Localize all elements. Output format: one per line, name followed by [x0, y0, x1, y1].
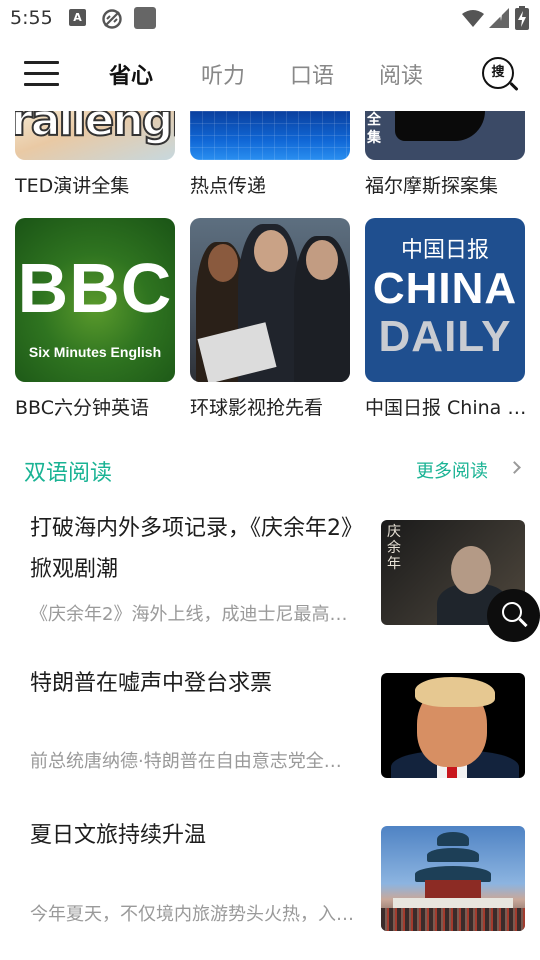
course-title: 中国日报 China Daily [365, 397, 535, 419]
article-title: 打破海内外多项记录，《庆余年2》掀观剧潮 [30, 516, 352, 582]
status-bar: 5:55 A [0, 0, 540, 36]
course-thumbnail [190, 218, 350, 382]
floating-search-button[interactable] [487, 589, 540, 642]
more-reading-link[interactable]: 更多阅读 [416, 457, 488, 483]
content-area: rallengi TED演讲全集 热点传递 全集 福尔摩斯探案集 BBC Six… [0, 111, 540, 960]
article-title: 特朗普在嘘声中登台求票 [30, 671, 273, 696]
wifi-icon [462, 9, 484, 29]
article-summary: 今年夏天，不仅境内旅游势头火热，入境游也迎来高峰 [30, 904, 355, 925]
chevron-right-icon[interactable] [508, 461, 521, 474]
status-time: 5:55 [10, 7, 53, 29]
article-item[interactable]: 夏日文旅持续升温 今年夏天，不仅境内旅游势头火热，入境游也迎来高峰 [0, 815, 540, 955]
top-nav: 省心 听力 口语 阅读 搜 [0, 40, 540, 106]
sync-off-icon [101, 8, 122, 29]
course-title: TED演讲全集 [15, 175, 130, 197]
article-title: 夏日文旅持续升温 [30, 823, 207, 848]
course-title: 环球影视抢先看 [190, 397, 324, 419]
article-item[interactable]: 打破海内外多项记录，《庆余年2》掀观剧潮 《庆余年2》海外上线，成迪士尼最高热度… [0, 508, 540, 648]
article-thumbnail [381, 826, 525, 931]
battery-charging-icon [515, 6, 529, 30]
tab-yuedu[interactable]: 阅读 [379, 58, 423, 90]
course-thumbnail: 中国日报 CHINA DAILY [365, 218, 525, 382]
app-square-icon [134, 7, 156, 29]
tab-tingli[interactable]: 听力 [201, 58, 245, 90]
course-thumbnail: 全集 [365, 111, 525, 160]
tab-kouyu[interactable]: 口语 [290, 58, 334, 90]
course-thumbnail: rallengi [15, 111, 175, 160]
menu-icon[interactable] [24, 60, 60, 88]
section-title: 双语阅读 [24, 461, 113, 486]
search-button[interactable]: 搜 [482, 57, 520, 95]
signal-icon [489, 8, 509, 28]
article-item[interactable]: 特朗普在嘘声中登台求票 前总统唐纳德·特朗普在自由意志党全国大会上发表演讲 [0, 663, 540, 803]
course-thumbnail [190, 111, 350, 160]
course-title: BBC六分钟英语 [15, 397, 150, 419]
article-summary: 《庆余年2》海外上线，成迪士尼最高热度中国剧 [30, 604, 355, 625]
article-thumbnail [381, 673, 525, 778]
article-summary: 前总统唐纳德·特朗普在自由意志党全国大会上发表演讲 [30, 751, 355, 772]
tab-shengxin[interactable]: 省心 [109, 58, 153, 90]
notification-a-icon: A [69, 9, 86, 26]
course-title: 福尔摩斯探案集 [365, 175, 499, 197]
course-title: 热点传递 [190, 175, 267, 197]
course-thumbnail: BBC Six Minutes English [15, 218, 175, 382]
